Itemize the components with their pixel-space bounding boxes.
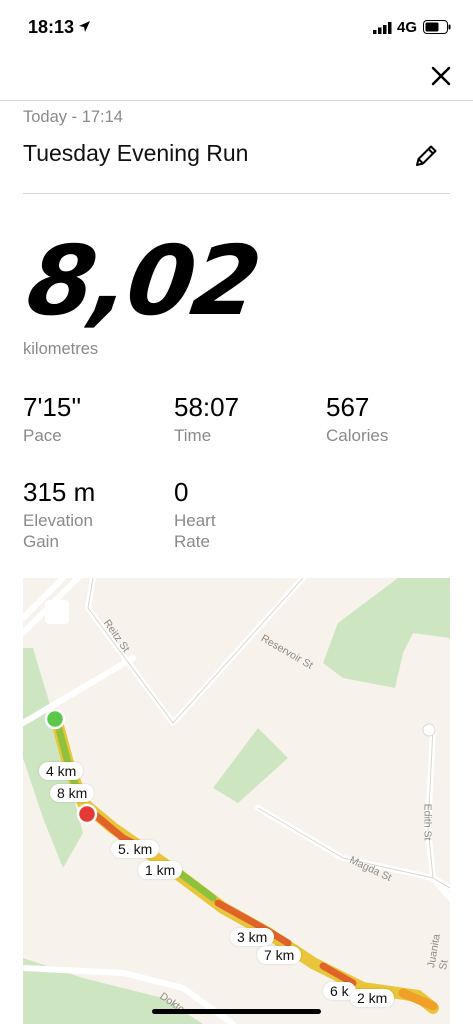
stat-label: Pace: [23, 426, 62, 445]
stat-label: Time: [174, 426, 212, 445]
km-marker: 4 km: [39, 762, 84, 780]
stat-value: 0: [174, 477, 189, 507]
distance-value: 8,02: [21, 225, 266, 337]
header-divider: [0, 100, 473, 101]
stat-value: 567: [326, 392, 370, 422]
park-area: [213, 728, 288, 803]
start-marker-icon: [44, 708, 66, 730]
activity-date: Today - 17:14: [23, 108, 123, 126]
street-label: Juanita St: [425, 933, 450, 971]
stat-value: 58:07: [174, 392, 240, 422]
home-indicator[interactable]: [152, 1009, 321, 1014]
signal-icon: [373, 22, 392, 34]
park-area: [323, 578, 450, 688]
network-type: 4G: [397, 19, 418, 36]
km-marker: 8 km: [50, 784, 95, 802]
stat-calories: 567 Calories: [326, 392, 466, 446]
km-marker: 3 km: [230, 928, 275, 946]
km-marker: 1 km: [138, 861, 183, 879]
end-marker-icon: [76, 803, 98, 825]
map-marker-box: [45, 600, 69, 624]
stat-value: 315 m: [23, 477, 96, 507]
stat-value: 7'15'': [23, 392, 82, 422]
km-marker: 2 km: [350, 989, 395, 1007]
close-icon[interactable]: [428, 63, 454, 89]
battery-icon: [423, 20, 451, 34]
location-arrow-icon: [79, 21, 90, 32]
stat-label: Elevation Gain: [23, 511, 93, 551]
stat-time: 58:07 Time: [174, 392, 314, 446]
stat-label: Calories: [326, 426, 389, 445]
status-bar: 18:13 4G: [0, 0, 473, 56]
street-label: Edith St: [421, 803, 434, 841]
edit-pencil-icon[interactable]: [412, 142, 440, 170]
status-time: 18:13: [28, 17, 75, 37]
stat-heart-rate: 0 Heart Rate: [174, 477, 244, 552]
stat-pace: 7'15'' Pace: [23, 392, 163, 446]
route-segment: [398, 988, 438, 1011]
km-marker: 7 km: [257, 946, 302, 964]
activity-title: Tuesday Evening Run: [23, 140, 249, 166]
title-divider: [23, 193, 450, 194]
route-map[interactable]: Reitz St Reservoir St Edith St Magda St …: [23, 578, 450, 1024]
park-area: [23, 648, 83, 868]
distance-unit: kilometres: [23, 340, 99, 358]
stat-label: Heart Rate: [174, 511, 216, 551]
stat-elevation: 315 m Elevation Gain: [23, 477, 123, 552]
km-marker: 5. km: [111, 840, 160, 858]
